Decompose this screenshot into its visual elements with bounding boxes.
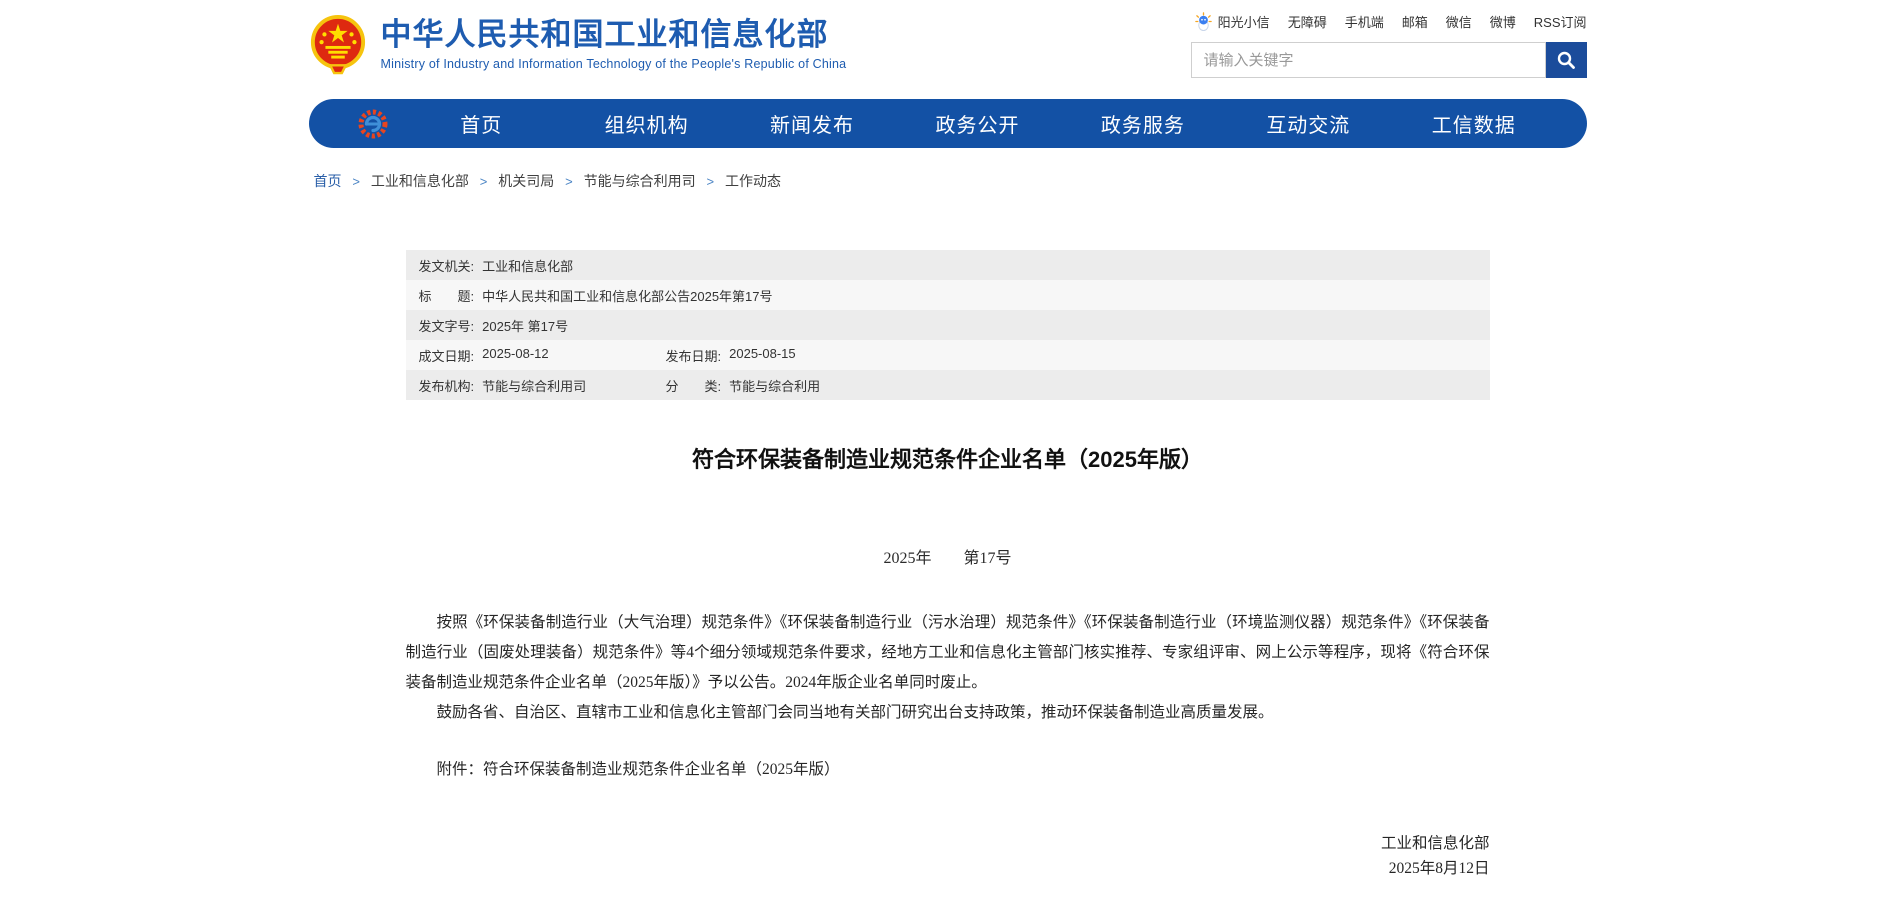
table-row: 发文字号: 2025年 第17号 (406, 310, 1490, 340)
nav-item-news[interactable]: 新闻发布 (729, 109, 894, 138)
topbar-link-label: 阳光小信 (1218, 12, 1270, 31)
topbar-quick-links: 阳光小信 无障碍 手机端 邮箱 微信 微博 RSS订阅 (1194, 10, 1587, 32)
meta-value: 2025-08-12 (482, 346, 549, 365)
table-row: 成文日期: 2025-08-12 发布日期: 2025-08-15 (406, 340, 1490, 370)
search-button[interactable] (1546, 42, 1587, 78)
topbar-link-accessibility[interactable]: 无障碍 (1288, 12, 1327, 31)
nav-item-gov-service[interactable]: 政务服务 (1060, 109, 1225, 138)
topbar-link-weibo[interactable]: 微博 (1490, 12, 1516, 31)
nav-item-organization[interactable]: 组织机构 (564, 109, 729, 138)
brand-text: 中华人民共和国工业和信息化部 Ministry of Industry and … (381, 15, 847, 71)
nav-item-interaction[interactable]: 互动交流 (1226, 109, 1391, 138)
main-nav: 首页 组织机构 新闻发布 政务公开 政务服务 互动交流 工信数据 (309, 99, 1587, 148)
topbar-link-wechat[interactable]: 微信 (1446, 12, 1472, 31)
site-brand[interactable]: 中华人民共和国工业和信息化部 Ministry of Industry and … (309, 15, 847, 78)
national-emblem-icon (309, 15, 367, 75)
meta-label: 发布机构: (419, 376, 475, 395)
table-row: 标 题: 中华人民共和国工业和信息化部公告2025年第17号 (406, 280, 1490, 310)
breadcrumb-item-departments[interactable]: 机关司局 (498, 173, 554, 189)
breadcrumb-item-home[interactable]: 首页 (314, 173, 342, 189)
breadcrumb: 首页 > 工业和信息化部 > 机关司局 > 节能与综合利用司 > 工作动态 (309, 171, 1587, 191)
article-paragraph: 鼓励各省、自治区、直辖市工业和信息化主管部门会同当地有关部门研究出台支持政策，推… (406, 698, 1490, 728)
topbar-link-rss[interactable]: RSS订阅 (1534, 12, 1587, 31)
meta-value: 2025年 第17号 (482, 316, 568, 335)
meta-cell: 成文日期: 2025-08-12 (419, 346, 666, 365)
meta-label: 发布日期: (666, 346, 722, 365)
article-title: 符合环保装备制造业规范条件企业名单（2025年版） (406, 442, 1490, 474)
topbar-link-mobile[interactable]: 手机端 (1345, 12, 1384, 31)
meta-value: 中华人民共和国工业和信息化部公告2025年第17号 (482, 286, 772, 305)
meta-label: 标 题: (419, 286, 475, 305)
meta-label: 发文机关: (419, 256, 475, 275)
breadcrumb-separator: > (707, 174, 715, 189)
topbar-link-sunshine[interactable]: 阳光小信 (1194, 12, 1270, 31)
table-row: 发布机构: 节能与综合利用司 分 类: 节能与综合利用 (406, 370, 1490, 400)
signature-org: 工业和信息化部 (406, 831, 1490, 856)
header-right: 阳光小信 无障碍 手机端 邮箱 微信 微博 RSS订阅 (1191, 10, 1587, 78)
document: 发文机关: 工业和信息化部 标 题: 中华人民共和国工业和信息化部公告2025年… (406, 250, 1490, 881)
meta-label: 发文字号: (419, 316, 475, 335)
meta-value: 工业和信息化部 (482, 256, 573, 275)
miit-logo-icon (357, 108, 389, 140)
page: 中华人民共和国工业和信息化部 Ministry of Industry and … (309, 0, 1587, 881)
meta-cell: 发文字号: 2025年 第17号 (419, 316, 569, 335)
meta-cell: 标 题: 中华人民共和国工业和信息化部公告2025年第17号 (419, 286, 773, 305)
mascot-icon (1194, 12, 1213, 31)
meta-cell: 分 类: 节能与综合利用 (666, 376, 821, 395)
meta-cell: 发布机构: 节能与综合利用司 (419, 376, 666, 395)
meta-value: 节能与综合利用 (729, 376, 820, 395)
nav-item-home[interactable]: 首页 (399, 109, 564, 138)
search-icon (1556, 50, 1576, 70)
announcement-number: 2025年 第17号 (406, 544, 1490, 568)
meta-label: 成文日期: (419, 346, 475, 365)
meta-value: 2025-08-15 (729, 346, 796, 365)
header: 中华人民共和国工业和信息化部 Ministry of Industry and … (309, 0, 1587, 78)
search-bar (1191, 42, 1587, 78)
document-meta-table: 发文机关: 工业和信息化部 标 题: 中华人民共和国工业和信息化部公告2025年… (406, 250, 1490, 400)
breadcrumb-item-energy-dept[interactable]: 节能与综合利用司 (584, 173, 696, 189)
meta-label: 分 类: (666, 376, 722, 395)
nav-item-data[interactable]: 工信数据 (1391, 109, 1556, 138)
meta-value: 节能与综合利用司 (482, 376, 586, 395)
topbar-link-mail[interactable]: 邮箱 (1402, 12, 1428, 31)
breadcrumb-separator: > (480, 174, 488, 189)
meta-cell: 发文机关: 工业和信息化部 (419, 256, 574, 275)
breadcrumb-item-miit[interactable]: 工业和信息化部 (371, 173, 469, 189)
search-input[interactable] (1191, 42, 1546, 78)
signature-date: 2025年8月12日 (406, 856, 1490, 881)
signature-block: 工业和信息化部 2025年8月12日 (406, 831, 1490, 881)
article-paragraph: 按照《环保装备制造行业（大气治理）规范条件》《环保装备制造行业（污水治理）规范条… (406, 608, 1490, 698)
breadcrumb-item-work-news[interactable]: 工作动态 (725, 173, 781, 189)
attachment-link[interactable]: 附件：符合环保装备制造业规范条件企业名单（2025年版） (406, 755, 1490, 785)
site-title-en: Ministry of Industry and Information Tec… (381, 57, 847, 71)
nav-item-gov-open[interactable]: 政务公开 (895, 109, 1060, 138)
breadcrumb-separator: > (565, 174, 573, 189)
meta-cell: 发布日期: 2025-08-15 (666, 346, 796, 365)
article-body: 按照《环保装备制造行业（大气治理）规范条件》《环保装备制造行业（污水治理）规范条… (406, 608, 1490, 728)
breadcrumb-separator: > (352, 174, 360, 189)
table-row: 发文机关: 工业和信息化部 (406, 250, 1490, 280)
site-title-cn: 中华人民共和国工业和信息化部 (381, 18, 847, 52)
